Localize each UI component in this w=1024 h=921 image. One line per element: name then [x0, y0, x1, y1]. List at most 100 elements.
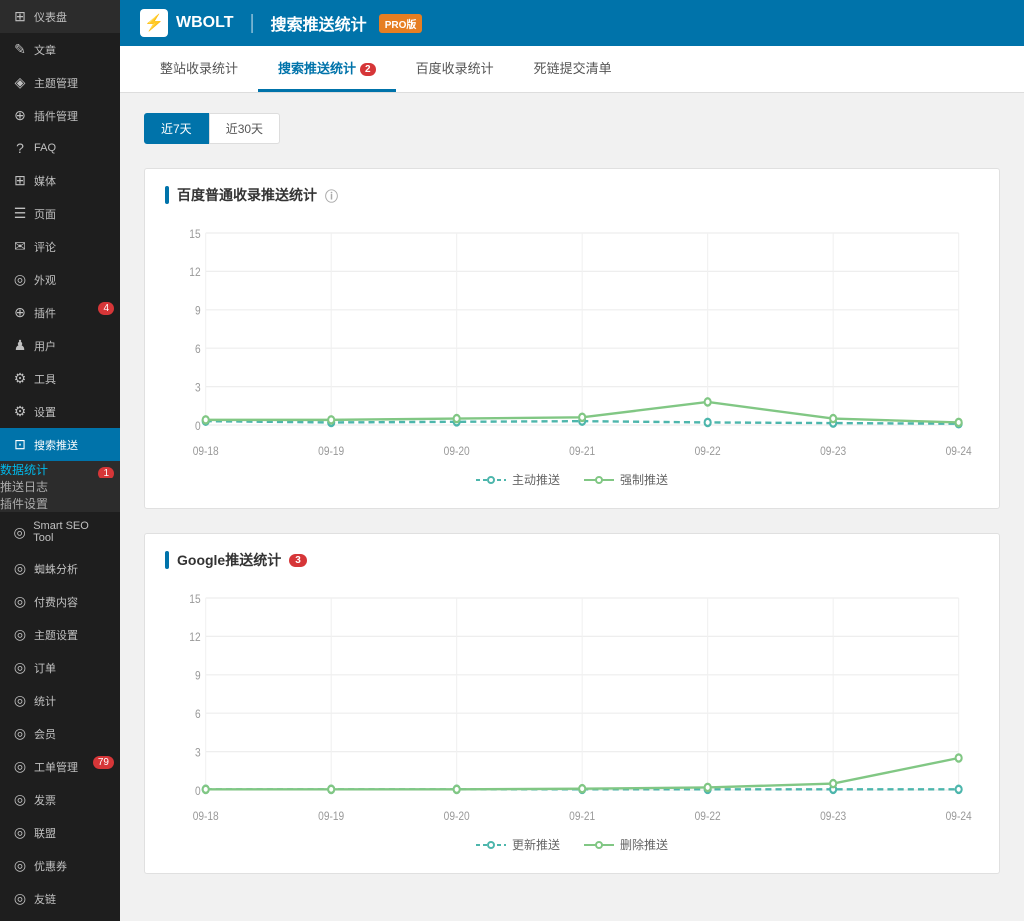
svg-text:09-22: 09-22	[695, 445, 721, 458]
sidebar-label-comments: 评论	[34, 239, 56, 255]
sidebar-label-alliance: 联盟	[34, 825, 56, 841]
sidebar-label-friend-links: 友链	[34, 891, 56, 907]
sidebar-item-orders[interactable]: ◎ 订单	[0, 651, 120, 684]
sidebar-icon-ticket-mgmt: ◎	[12, 758, 28, 775]
svg-text:09-18: 09-18	[193, 810, 219, 823]
sidebar-icon-articles: ✎	[12, 41, 28, 58]
sidebar-label-stats: 统计	[34, 693, 56, 709]
topbar-logo: ⚡ WBOLT	[140, 9, 233, 37]
sidebar-badge-plugins: 4	[98, 302, 114, 315]
sidebar-icon-dashboard: ⊞	[12, 8, 28, 25]
svg-text:09-21: 09-21	[569, 810, 595, 823]
tab-baidu-index[interactable]: 百度收录统计	[396, 46, 514, 92]
sidebar-icon-invoice: ◎	[12, 791, 28, 808]
sidebar-icon-tools: ⚙	[12, 370, 28, 387]
sidebar-label-spider: 蜘蛛分析	[34, 561, 78, 577]
time-btn-近7天[interactable]: 近7天	[144, 113, 209, 144]
google-svg: 0369121509-1809-1909-2009-2109-2209-2309…	[165, 586, 979, 826]
sidebar-label-search-push: 搜索推送	[34, 437, 78, 453]
sidebar-icon-theme-mgmt: ◈	[12, 74, 28, 91]
sidebar-item-tools[interactable]: ⚙ 工具	[0, 362, 120, 395]
baidu-legend-active: 主动推送	[476, 471, 560, 488]
svg-text:0: 0	[195, 420, 201, 433]
sidebar-item-plugins[interactable]: ⊕插件4	[0, 296, 120, 329]
svg-text:6: 6	[195, 343, 201, 356]
sidebar-item-faq[interactable]: ?FAQ	[0, 132, 120, 164]
baidu-legend-force-label: 强制推送	[620, 471, 668, 488]
help-icon[interactable]: ⓘ	[325, 186, 338, 205]
svg-text:6: 6	[195, 708, 201, 721]
sidebar-item-articles[interactable]: ✎ 文章	[0, 33, 120, 66]
google-legend-update: 更新推送	[476, 836, 560, 853]
sidebar-icon-pages: ☰	[12, 205, 28, 222]
baidu-legend-force: 强制推送	[584, 471, 668, 488]
baidu-svg: 0369121509-1809-1909-2009-2109-2209-2309…	[165, 221, 979, 461]
sidebar-item-coupons[interactable]: ◎优惠券	[0, 849, 120, 882]
sidebar-item-search-push[interactable]: ⊡搜索推送	[0, 428, 120, 461]
sidebar-label-tools: 工具	[34, 371, 56, 387]
sidebar-sub-item-push-log[interactable]: 推送日志	[0, 478, 120, 495]
sidebar-item-theme-settings[interactable]: ◎主题设置	[0, 618, 120, 651]
tab-dead-links[interactable]: 死链提交清单	[514, 46, 632, 92]
sidebar-item-alliance[interactable]: ◎ 联盟	[0, 816, 120, 849]
sidebar-icon-settings: ⚙	[12, 403, 28, 420]
tab-search-push[interactable]: 搜索推送统计2	[258, 46, 396, 92]
sidebar-item-users[interactable]: ♟用户	[0, 329, 120, 362]
sidebar-label-orders: 订单	[34, 660, 56, 676]
sidebar-icon-appearance: ◎	[12, 271, 28, 288]
sidebar-icon-coupons: ◎	[12, 857, 28, 874]
svg-text:09-18: 09-18	[193, 445, 219, 458]
time-btn-近30天[interactable]: 近30天	[209, 113, 280, 144]
svg-text:15: 15	[189, 228, 200, 241]
sidebar-sub-item-plugin-settings[interactable]: 插件设置	[0, 495, 120, 512]
topbar-divider: |	[249, 12, 254, 35]
sidebar-icon-smart-seo: ◎	[12, 524, 27, 541]
tab-site-index[interactable]: 整站收录统计	[140, 46, 258, 92]
svg-text:0: 0	[195, 785, 201, 798]
svg-text:09-24: 09-24	[946, 810, 972, 823]
main-content: ⚡ WBOLT | 搜索推送统计 PRO版 整站收录统计搜索推送统计2百度收录统…	[120, 0, 1024, 921]
sidebar-sub-label: 推送日志	[0, 478, 48, 495]
svg-text:09-24: 09-24	[946, 445, 972, 458]
sidebar-item-members[interactable]: ◎会员	[0, 717, 120, 750]
sidebar-item-theme-mgmt[interactable]: ◈主题管理	[0, 66, 120, 99]
sidebar: ⊞仪表盘 ✎ 文章 ◈主题管理⊕插件管理?FAQ⊞媒体 ☰ 页面 ✉ 评论 ◎外观⊕插件4♟用户…	[0, 0, 120, 921]
sidebar-item-invoice[interactable]: ◎ 发票	[0, 783, 120, 816]
google-title-bar-icon	[165, 551, 169, 569]
sidebar-item-dashboard[interactable]: ⊞仪表盘	[0, 0, 120, 33]
sidebar-item-stats[interactable]: ◎统计	[0, 684, 120, 717]
sidebar-label-invoice: 发票	[34, 792, 56, 808]
sidebar-item-spider[interactable]: ◎蜘蛛分析	[0, 552, 120, 585]
sidebar-item-enlighter[interactable]: ◎Enlighter	[0, 915, 120, 921]
google-chart-section: Google推送统计 3 0369121509-1809-1909-2009-2…	[144, 533, 1000, 874]
baidu-chart-legend: 主动推送 强制推送	[165, 471, 979, 488]
sidebar-item-plugin-mgmt[interactable]: ⊕插件管理	[0, 99, 120, 132]
sidebar-label-ticket-mgmt: 工单管理	[34, 759, 78, 775]
baidu-chart-container: 0369121509-1809-1909-2009-2109-2209-2309…	[165, 221, 979, 461]
sidebar-item-paid-content[interactable]: ◎付费内容	[0, 585, 120, 618]
sidebar-badge-ticket-mgmt: 79	[93, 756, 114, 769]
sidebar-item-friend-links[interactable]: ◎友链	[0, 882, 120, 915]
google-legend-delete-label: 删除推送	[620, 836, 668, 853]
sidebar-item-media[interactable]: ⊞媒体	[0, 164, 120, 197]
pro-badge: PRO版	[379, 14, 423, 33]
sidebar-icon-alliance: ◎	[12, 824, 28, 841]
sidebar-label-settings: 设置	[34, 404, 56, 420]
sidebar-item-ticket-mgmt[interactable]: ◎ 工单管理 79	[0, 750, 120, 783]
sidebar-icon-orders: ◎	[12, 659, 28, 676]
sidebar-label-pages: 页面	[34, 206, 56, 222]
topbar-title: 搜索推送统计	[271, 11, 367, 35]
sidebar-icon-media: ⊞	[12, 172, 28, 189]
sidebar-item-pages[interactable]: ☰ 页面	[0, 197, 120, 230]
sidebar-item-appearance[interactable]: ◎外观	[0, 263, 120, 296]
sidebar-item-smart-seo[interactable]: ◎Smart SEO Tool	[0, 512, 120, 552]
sidebar-sub-item-data-stats[interactable]: 数据统计1	[0, 461, 120, 478]
sidebar-sub-label: 数据统计	[0, 461, 48, 478]
svg-text:9: 9	[195, 670, 201, 683]
topbar-brand: WBOLT	[176, 14, 233, 32]
sidebar-icon-comments: ✉	[12, 238, 28, 255]
sidebar-item-comments[interactable]: ✉ 评论	[0, 230, 120, 263]
sidebar-label-articles: 文章	[34, 42, 56, 58]
svg-text:09-20: 09-20	[444, 810, 470, 823]
sidebar-item-settings[interactable]: ⚙ 设置	[0, 395, 120, 428]
